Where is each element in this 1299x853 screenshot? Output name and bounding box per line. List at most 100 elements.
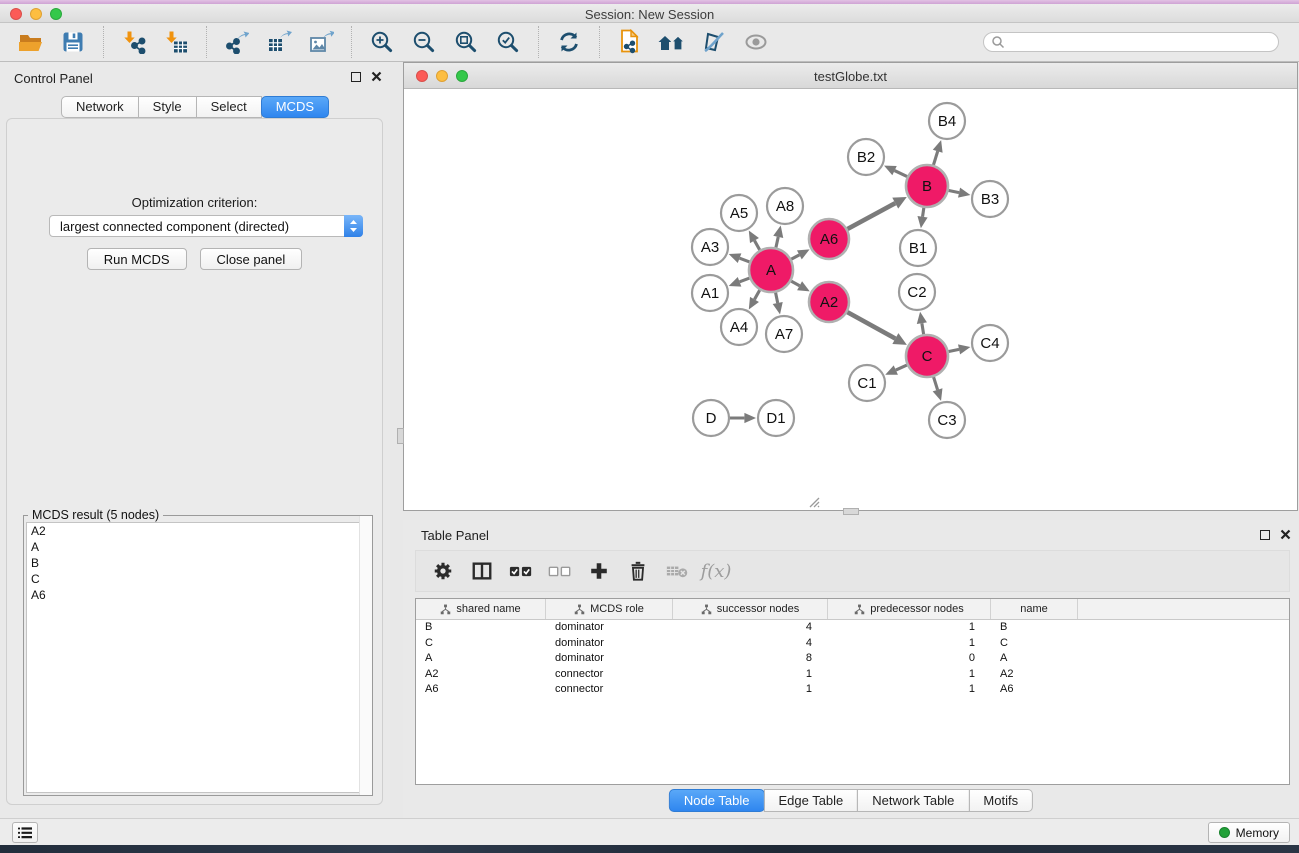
column-header-name[interactable]: name: [991, 599, 1078, 619]
zoom-fit-button[interactable]: [450, 26, 482, 58]
table-cell[interactable]: dominator: [546, 636, 673, 652]
graph-node-B2[interactable]: B2: [848, 139, 884, 175]
graph-node-C2[interactable]: C2: [899, 274, 935, 310]
delete-table-button[interactable]: [660, 554, 694, 588]
mcds-result-item[interactable]: B: [27, 555, 369, 571]
table-cell[interactable]: A: [991, 651, 1078, 667]
table-cell[interactable]: 8: [673, 651, 828, 667]
split-view-button[interactable]: [465, 554, 499, 588]
mcds-result-item[interactable]: A: [27, 539, 369, 555]
column-header-predecessor-nodes[interactable]: predecessor nodes: [828, 599, 991, 619]
table-cell[interactable]: A6: [991, 682, 1078, 698]
table-cell[interactable]: connector: [546, 682, 673, 698]
tab-select[interactable]: Select: [196, 96, 262, 118]
network-from-selection-button[interactable]: [614, 26, 646, 58]
table-cell[interactable]: 4: [673, 636, 828, 652]
apply-layout-button[interactable]: [656, 26, 688, 58]
export-image-button[interactable]: [305, 26, 337, 58]
tab-mcds[interactable]: MCDS: [261, 96, 329, 118]
graph-node-B3[interactable]: B3: [972, 181, 1008, 217]
table-cell[interactable]: 1: [673, 682, 828, 698]
resize-grip-icon[interactable]: [807, 495, 820, 508]
table-row[interactable]: A6connector11A6: [416, 682, 1289, 698]
float-table-panel-icon[interactable]: [1260, 530, 1270, 540]
table-cell[interactable]: B: [416, 620, 546, 636]
graph-node-B1[interactable]: B1: [900, 230, 936, 266]
graph-node-A4[interactable]: A4: [721, 309, 757, 345]
table-row[interactable]: Adominator80A: [416, 651, 1289, 667]
table-cell[interactable]: dominator: [546, 620, 673, 636]
close-panel-icon[interactable]: [371, 71, 382, 82]
memory-button[interactable]: Memory: [1208, 822, 1290, 843]
save-session-button[interactable]: [57, 26, 89, 58]
graph-node-D1[interactable]: D1: [758, 400, 794, 436]
table-cell[interactable]: dominator: [546, 651, 673, 667]
mcds-result-item[interactable]: A6: [27, 587, 369, 603]
table-cell[interactable]: 1: [828, 636, 991, 652]
search-input[interactable]: [1005, 34, 1278, 50]
zoom-out-button[interactable]: [408, 26, 440, 58]
table-cell[interactable]: A6: [416, 682, 546, 698]
graph-node-C4[interactable]: C4: [972, 325, 1008, 361]
open-file-button[interactable]: [15, 26, 47, 58]
tab-node-table[interactable]: Node Table: [669, 789, 765, 812]
graph-node-A5[interactable]: A5: [721, 195, 757, 231]
graph-node-A3[interactable]: A3: [692, 229, 728, 265]
mcds-result-item[interactable]: C: [27, 571, 369, 587]
table-row[interactable]: Bdominator41B: [416, 620, 1289, 636]
mcds-result-item[interactable]: A2: [27, 523, 369, 539]
column-header-successor-nodes[interactable]: successor nodes: [673, 599, 828, 619]
network-canvas[interactable]: B4B2BB3A8A5A6A3B1AA1C2A2A4A7C4CC1C3DD1: [404, 89, 1297, 510]
search-field[interactable]: [983, 32, 1279, 52]
tab-edge-table[interactable]: Edge Table: [763, 789, 858, 812]
splitter-handle-left[interactable]: [397, 428, 404, 444]
graph-node-A8[interactable]: A8: [767, 188, 803, 224]
result-scrollbar[interactable]: [359, 516, 372, 795]
graph-node-C[interactable]: C: [906, 335, 948, 377]
table-row[interactable]: A2connector11A2: [416, 667, 1289, 683]
tab-motifs[interactable]: Motifs: [968, 789, 1033, 812]
graph-node-D[interactable]: D: [693, 400, 729, 436]
tab-style[interactable]: Style: [138, 96, 197, 118]
zoom-in-button[interactable]: [366, 26, 398, 58]
graph-node-A2[interactable]: A2: [809, 282, 849, 322]
table-cell[interactable]: A2: [416, 667, 546, 683]
graph-node-B4[interactable]: B4: [929, 103, 965, 139]
table-cell[interactable]: connector: [546, 667, 673, 683]
graph-node-A1[interactable]: A1: [692, 275, 728, 311]
table-cell[interactable]: B: [991, 620, 1078, 636]
run-mcds-button[interactable]: Run MCDS: [87, 248, 187, 270]
close-table-panel-icon[interactable]: [1280, 529, 1291, 540]
export-table-button[interactable]: [263, 26, 295, 58]
import-table-button[interactable]: [160, 26, 192, 58]
import-network-button[interactable]: [118, 26, 150, 58]
deselect-all-button[interactable]: [543, 554, 577, 588]
graph-node-A7[interactable]: A7: [766, 316, 802, 352]
table-cell[interactable]: A2: [991, 667, 1078, 683]
table-cell[interactable]: 0: [828, 651, 991, 667]
tab-network-table[interactable]: Network Table: [857, 789, 969, 812]
hide-labels-button[interactable]: [698, 26, 730, 58]
table-cell[interactable]: 4: [673, 620, 828, 636]
splitter-handle-bottom[interactable]: [843, 508, 859, 515]
table-cell[interactable]: 1: [828, 620, 991, 636]
graph-node-C3[interactable]: C3: [929, 402, 965, 438]
select-all-button[interactable]: [504, 554, 538, 588]
table-cell[interactable]: 1: [828, 667, 991, 683]
export-network-button[interactable]: [221, 26, 253, 58]
float-panel-icon[interactable]: [351, 72, 361, 82]
graph-node-A6[interactable]: A6: [809, 219, 849, 259]
column-header-MCDS-role[interactable]: MCDS role: [546, 599, 673, 619]
function-builder-button[interactable]: f(x): [699, 554, 733, 588]
tab-network[interactable]: Network: [61, 96, 139, 118]
table-cell[interactable]: 1: [828, 682, 991, 698]
graphics-details-button[interactable]: [740, 26, 772, 58]
table-settings-button[interactable]: [426, 554, 460, 588]
delete-row-button[interactable]: [621, 554, 655, 588]
graph-node-A[interactable]: A: [749, 248, 793, 292]
refresh-button[interactable]: [553, 26, 585, 58]
column-header-shared-name[interactable]: shared name: [416, 599, 546, 619]
close-panel-button[interactable]: Close panel: [200, 248, 303, 270]
table-row[interactable]: Cdominator41C: [416, 636, 1289, 652]
mcds-result-list[interactable]: A2ABCA6: [26, 522, 370, 793]
